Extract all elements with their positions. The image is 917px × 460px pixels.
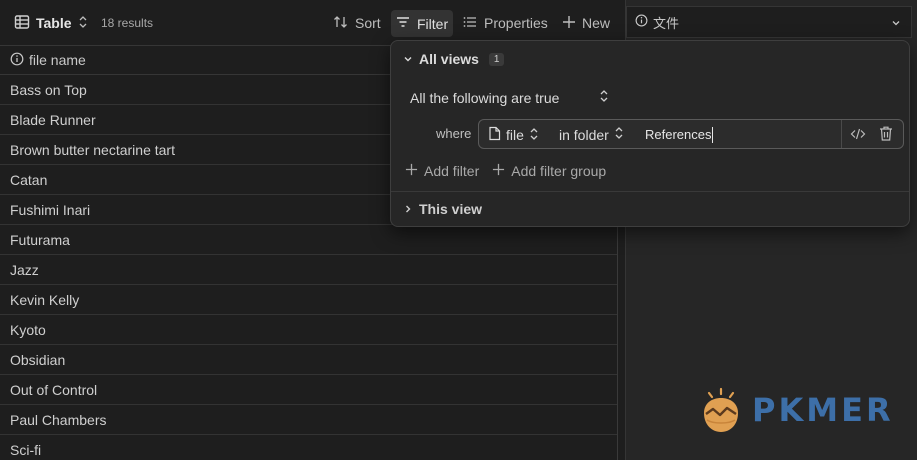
add-filter-button[interactable]: Add filter — [405, 163, 479, 179]
list-icon — [462, 14, 478, 33]
table-row[interactable]: Kyoto — [0, 315, 617, 345]
chevron-down-icon — [891, 16, 901, 31]
table-row[interactable]: Paul Chambers — [0, 405, 617, 435]
bases-toolbar: Table 18 results Sort Filter Properties — [0, 0, 619, 45]
chevron-down-icon — [403, 51, 413, 67]
filter-icon — [395, 14, 411, 33]
chevron-updown-icon — [78, 15, 88, 32]
conjunction-select[interactable]: All the following are true — [410, 89, 609, 106]
where-label: where — [436, 126, 472, 141]
code-icon[interactable] — [850, 126, 866, 147]
sort-label: Sort — [355, 15, 381, 31]
chevron-updown-icon — [614, 126, 624, 143]
pkmer-wordmark: PKMER — [752, 391, 894, 429]
all-views-section-toggle[interactable]: All views 1 — [403, 51, 505, 67]
column-header-label: file name — [29, 52, 86, 68]
text-cursor — [712, 126, 714, 143]
pkmer-watermark: PKMER — [698, 387, 903, 437]
trash-icon[interactable] — [878, 125, 894, 147]
filter-property-select[interactable]: file — [488, 126, 539, 144]
add-filter-group-label: Add filter group — [511, 163, 607, 179]
popover-divider — [391, 191, 909, 192]
property-select-label: 文件 — [653, 15, 680, 31]
add-filter-row: Add filter Add filter group — [405, 163, 619, 179]
filter-condition: file in folder References — [478, 119, 904, 149]
view-switcher-label: Table — [36, 15, 72, 31]
filter-operator-label: in folder — [559, 126, 609, 143]
table-row[interactable]: Out of Control — [0, 375, 617, 405]
filter-field-divider — [841, 120, 842, 148]
sort-button[interactable]: Sort — [333, 11, 381, 35]
conjunction-label: All the following are true — [410, 89, 560, 106]
table-row[interactable]: Kevin Kelly — [0, 285, 617, 315]
table-icon — [14, 14, 30, 33]
filter-button[interactable]: Filter — [391, 10, 454, 37]
table-row[interactable]: Futurama — [0, 225, 617, 255]
filter-value-text: References — [645, 127, 712, 142]
chevron-right-icon — [403, 201, 413, 217]
chevron-updown-icon — [599, 89, 609, 106]
this-view-label: This view — [419, 201, 483, 217]
properties-label: Properties — [484, 15, 548, 31]
plus-icon — [562, 15, 576, 32]
info-icon — [635, 14, 648, 30]
info-icon — [10, 52, 24, 69]
properties-button[interactable]: Properties — [462, 11, 548, 35]
add-filter-label: Add filter — [424, 163, 480, 179]
chevron-updown-icon — [529, 127, 539, 144]
filter-count-badge: 1 — [488, 52, 505, 66]
filter-value-input[interactable]: References — [641, 123, 841, 146]
table-row[interactable]: Obsidian — [0, 345, 617, 375]
add-filter-group-button[interactable]: Add filter group — [492, 163, 606, 179]
file-icon — [488, 126, 501, 144]
property-select[interactable]: 文件 — [626, 6, 912, 38]
filter-popover: All views 1 All the following are true w… — [390, 40, 910, 227]
filter-label: Filter — [417, 15, 449, 32]
this-view-section-toggle[interactable]: This view — [403, 201, 482, 217]
table-row[interactable]: Sci-fi — [0, 435, 617, 460]
results-count: 18 results — [101, 16, 154, 30]
new-label: New — [582, 15, 611, 31]
plus-icon — [405, 163, 418, 179]
table-row[interactable]: Jazz — [0, 255, 617, 285]
all-views-label: All views — [419, 51, 479, 67]
filter-property-label: file — [506, 127, 524, 143]
plus-icon — [492, 163, 505, 179]
new-button[interactable]: New — [562, 11, 610, 35]
sort-icon — [333, 14, 349, 33]
view-switcher-button[interactable]: Table — [14, 11, 88, 35]
filter-operator-select[interactable]: in folder — [559, 126, 624, 143]
